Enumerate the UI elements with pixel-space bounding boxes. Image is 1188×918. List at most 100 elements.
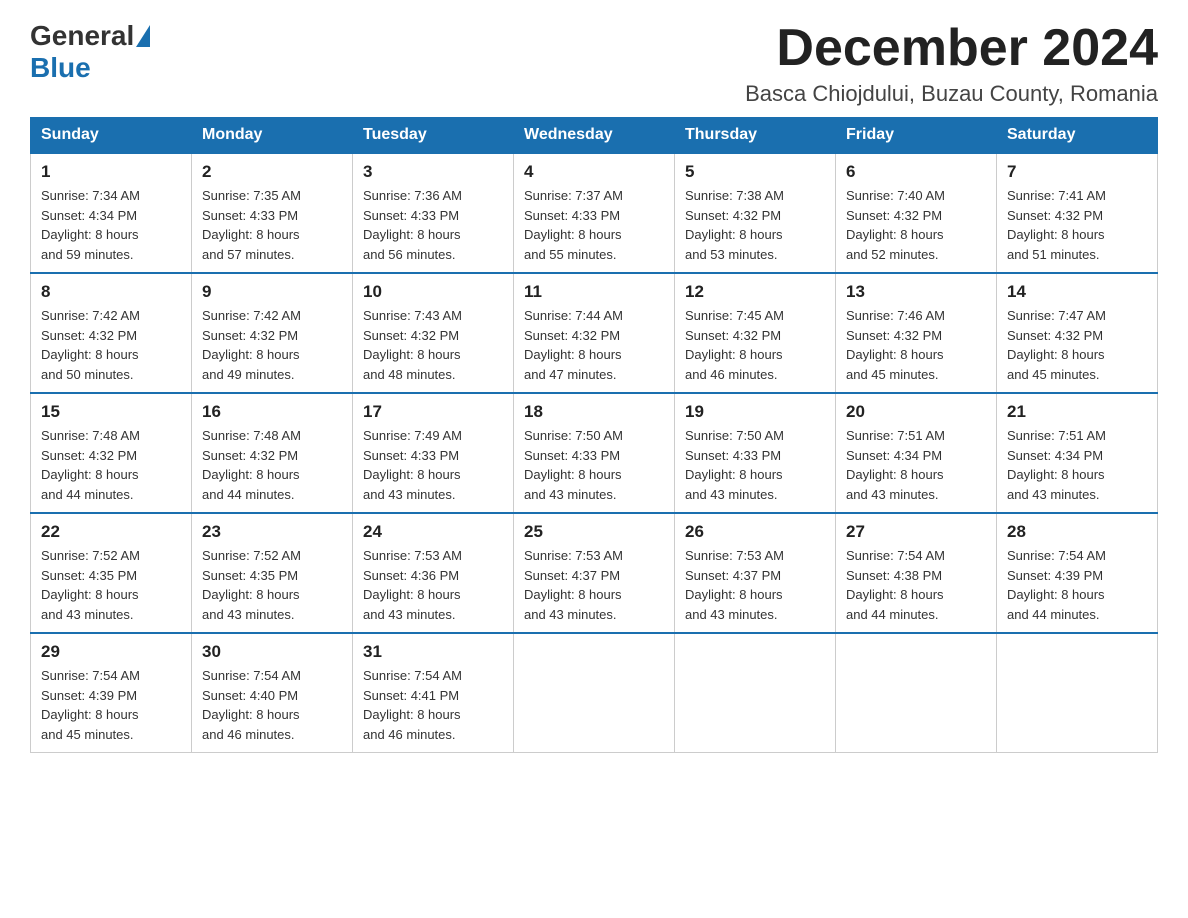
col-saturday: Saturday bbox=[997, 118, 1158, 154]
day-info: Sunrise: 7:52 AMSunset: 4:35 PMDaylight:… bbox=[41, 548, 140, 622]
day-info: Sunrise: 7:54 AMSunset: 4:40 PMDaylight:… bbox=[202, 668, 301, 742]
location-title: Basca Chiojdului, Buzau County, Romania bbox=[745, 81, 1158, 107]
table-row: 18 Sunrise: 7:50 AMSunset: 4:33 PMDaylig… bbox=[514, 393, 675, 513]
table-row: 25 Sunrise: 7:53 AMSunset: 4:37 PMDaylig… bbox=[514, 513, 675, 633]
day-info: Sunrise: 7:52 AMSunset: 4:35 PMDaylight:… bbox=[202, 548, 301, 622]
table-row bbox=[514, 633, 675, 753]
day-info: Sunrise: 7:53 AMSunset: 4:37 PMDaylight:… bbox=[685, 548, 784, 622]
table-row: 14 Sunrise: 7:47 AMSunset: 4:32 PMDaylig… bbox=[997, 273, 1158, 393]
col-wednesday: Wednesday bbox=[514, 118, 675, 154]
day-number: 30 bbox=[202, 642, 342, 662]
day-number: 17 bbox=[363, 402, 503, 422]
day-info: Sunrise: 7:48 AMSunset: 4:32 PMDaylight:… bbox=[202, 428, 301, 502]
table-row: 26 Sunrise: 7:53 AMSunset: 4:37 PMDaylig… bbox=[675, 513, 836, 633]
table-row: 5 Sunrise: 7:38 AMSunset: 4:32 PMDayligh… bbox=[675, 153, 836, 273]
calendar-week-3: 15 Sunrise: 7:48 AMSunset: 4:32 PMDaylig… bbox=[31, 393, 1158, 513]
day-info: Sunrise: 7:42 AMSunset: 4:32 PMDaylight:… bbox=[202, 308, 301, 382]
day-info: Sunrise: 7:42 AMSunset: 4:32 PMDaylight:… bbox=[41, 308, 140, 382]
day-number: 7 bbox=[1007, 162, 1147, 182]
day-number: 1 bbox=[41, 162, 181, 182]
day-number: 4 bbox=[524, 162, 664, 182]
day-number: 20 bbox=[846, 402, 986, 422]
table-row: 6 Sunrise: 7:40 AMSunset: 4:32 PMDayligh… bbox=[836, 153, 997, 273]
table-row: 3 Sunrise: 7:36 AMSunset: 4:33 PMDayligh… bbox=[353, 153, 514, 273]
day-number: 6 bbox=[846, 162, 986, 182]
day-info: Sunrise: 7:54 AMSunset: 4:41 PMDaylight:… bbox=[363, 668, 462, 742]
table-row: 9 Sunrise: 7:42 AMSunset: 4:32 PMDayligh… bbox=[192, 273, 353, 393]
day-number: 26 bbox=[685, 522, 825, 542]
day-info: Sunrise: 7:53 AMSunset: 4:36 PMDaylight:… bbox=[363, 548, 462, 622]
day-number: 22 bbox=[41, 522, 181, 542]
table-row: 19 Sunrise: 7:50 AMSunset: 4:33 PMDaylig… bbox=[675, 393, 836, 513]
table-row: 24 Sunrise: 7:53 AMSunset: 4:36 PMDaylig… bbox=[353, 513, 514, 633]
table-row bbox=[675, 633, 836, 753]
col-monday: Monday bbox=[192, 118, 353, 154]
day-number: 10 bbox=[363, 282, 503, 302]
day-info: Sunrise: 7:49 AMSunset: 4:33 PMDaylight:… bbox=[363, 428, 462, 502]
day-number: 15 bbox=[41, 402, 181, 422]
day-info: Sunrise: 7:41 AMSunset: 4:32 PMDaylight:… bbox=[1007, 188, 1106, 262]
day-info: Sunrise: 7:46 AMSunset: 4:32 PMDaylight:… bbox=[846, 308, 945, 382]
day-number: 8 bbox=[41, 282, 181, 302]
day-number: 3 bbox=[363, 162, 503, 182]
table-row: 27 Sunrise: 7:54 AMSunset: 4:38 PMDaylig… bbox=[836, 513, 997, 633]
col-tuesday: Tuesday bbox=[353, 118, 514, 154]
day-number: 9 bbox=[202, 282, 342, 302]
day-number: 16 bbox=[202, 402, 342, 422]
day-number: 23 bbox=[202, 522, 342, 542]
day-number: 18 bbox=[524, 402, 664, 422]
table-row: 8 Sunrise: 7:42 AMSunset: 4:32 PMDayligh… bbox=[31, 273, 192, 393]
day-info: Sunrise: 7:37 AMSunset: 4:33 PMDaylight:… bbox=[524, 188, 623, 262]
day-info: Sunrise: 7:45 AMSunset: 4:32 PMDaylight:… bbox=[685, 308, 784, 382]
col-thursday: Thursday bbox=[675, 118, 836, 154]
day-number: 31 bbox=[363, 642, 503, 662]
day-number: 19 bbox=[685, 402, 825, 422]
logo-blue-text: Blue bbox=[30, 52, 91, 83]
title-block: December 2024 Basca Chiojdului, Buzau Co… bbox=[745, 20, 1158, 107]
day-number: 27 bbox=[846, 522, 986, 542]
logo-general-text: General bbox=[30, 20, 134, 52]
table-row: 29 Sunrise: 7:54 AMSunset: 4:39 PMDaylig… bbox=[31, 633, 192, 753]
logo-triangle-icon bbox=[136, 25, 150, 47]
calendar-week-1: 1 Sunrise: 7:34 AMSunset: 4:34 PMDayligh… bbox=[31, 153, 1158, 273]
calendar-week-2: 8 Sunrise: 7:42 AMSunset: 4:32 PMDayligh… bbox=[31, 273, 1158, 393]
table-row: 7 Sunrise: 7:41 AMSunset: 4:32 PMDayligh… bbox=[997, 153, 1158, 273]
table-row: 15 Sunrise: 7:48 AMSunset: 4:32 PMDaylig… bbox=[31, 393, 192, 513]
table-row: 28 Sunrise: 7:54 AMSunset: 4:39 PMDaylig… bbox=[997, 513, 1158, 633]
calendar-table: Sunday Monday Tuesday Wednesday Thursday… bbox=[30, 117, 1158, 753]
table-row: 22 Sunrise: 7:52 AMSunset: 4:35 PMDaylig… bbox=[31, 513, 192, 633]
day-info: Sunrise: 7:53 AMSunset: 4:37 PMDaylight:… bbox=[524, 548, 623, 622]
table-row: 13 Sunrise: 7:46 AMSunset: 4:32 PMDaylig… bbox=[836, 273, 997, 393]
day-number: 11 bbox=[524, 282, 664, 302]
day-info: Sunrise: 7:43 AMSunset: 4:32 PMDaylight:… bbox=[363, 308, 462, 382]
day-info: Sunrise: 7:44 AMSunset: 4:32 PMDaylight:… bbox=[524, 308, 623, 382]
table-row: 16 Sunrise: 7:48 AMSunset: 4:32 PMDaylig… bbox=[192, 393, 353, 513]
table-row bbox=[836, 633, 997, 753]
table-row: 1 Sunrise: 7:34 AMSunset: 4:34 PMDayligh… bbox=[31, 153, 192, 273]
day-info: Sunrise: 7:36 AMSunset: 4:33 PMDaylight:… bbox=[363, 188, 462, 262]
logo: General Blue bbox=[30, 20, 152, 84]
day-info: Sunrise: 7:34 AMSunset: 4:34 PMDaylight:… bbox=[41, 188, 140, 262]
day-number: 13 bbox=[846, 282, 986, 302]
calendar-week-4: 22 Sunrise: 7:52 AMSunset: 4:35 PMDaylig… bbox=[31, 513, 1158, 633]
page-header: General Blue December 2024 Basca Chiojdu… bbox=[30, 20, 1158, 107]
day-info: Sunrise: 7:51 AMSunset: 4:34 PMDaylight:… bbox=[846, 428, 945, 502]
day-info: Sunrise: 7:47 AMSunset: 4:32 PMDaylight:… bbox=[1007, 308, 1106, 382]
col-friday: Friday bbox=[836, 118, 997, 154]
table-row: 17 Sunrise: 7:49 AMSunset: 4:33 PMDaylig… bbox=[353, 393, 514, 513]
day-number: 12 bbox=[685, 282, 825, 302]
day-number: 28 bbox=[1007, 522, 1147, 542]
month-title: December 2024 bbox=[745, 20, 1158, 77]
table-row: 10 Sunrise: 7:43 AMSunset: 4:32 PMDaylig… bbox=[353, 273, 514, 393]
table-row: 30 Sunrise: 7:54 AMSunset: 4:40 PMDaylig… bbox=[192, 633, 353, 753]
table-row bbox=[997, 633, 1158, 753]
table-row: 31 Sunrise: 7:54 AMSunset: 4:41 PMDaylig… bbox=[353, 633, 514, 753]
table-row: 2 Sunrise: 7:35 AMSunset: 4:33 PMDayligh… bbox=[192, 153, 353, 273]
table-row: 20 Sunrise: 7:51 AMSunset: 4:34 PMDaylig… bbox=[836, 393, 997, 513]
day-number: 21 bbox=[1007, 402, 1147, 422]
day-info: Sunrise: 7:40 AMSunset: 4:32 PMDaylight:… bbox=[846, 188, 945, 262]
table-row: 23 Sunrise: 7:52 AMSunset: 4:35 PMDaylig… bbox=[192, 513, 353, 633]
day-info: Sunrise: 7:54 AMSunset: 4:39 PMDaylight:… bbox=[1007, 548, 1106, 622]
day-number: 5 bbox=[685, 162, 825, 182]
table-row: 12 Sunrise: 7:45 AMSunset: 4:32 PMDaylig… bbox=[675, 273, 836, 393]
